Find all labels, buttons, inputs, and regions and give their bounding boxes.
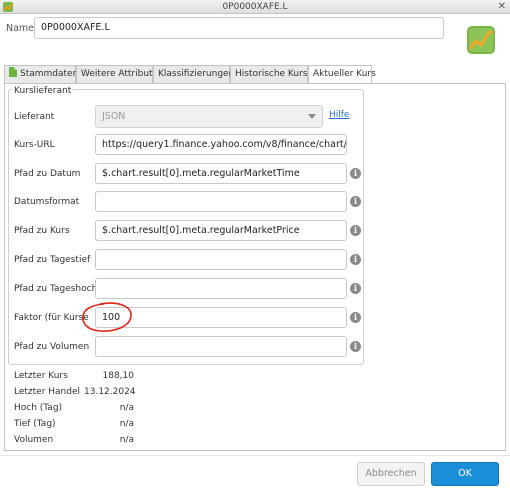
document-icon (9, 67, 17, 77)
kurs-url-label: Kurs-URL (14, 140, 55, 150)
tab-klassifizierungen-label: Klassifizierungen (158, 69, 235, 79)
group-title: Kurslieferant (12, 86, 74, 96)
lieferant-select[interactable]: JSON (95, 105, 323, 128)
tab-historische-kurse-label: Historische Kurse (235, 69, 314, 79)
hoch-label: Hoch (Tag) (14, 403, 63, 413)
cancel-button[interactable]: Abbrechen (357, 462, 425, 486)
info-icon[interactable]: i (350, 341, 361, 352)
pfad-datum-label: Pfad zu Datum (14, 169, 81, 179)
divider (0, 455, 510, 456)
tab-stammdaten-label: Stammdaten (20, 69, 79, 79)
info-icon[interactable]: i (350, 283, 361, 294)
letzter-handel-label: Letzter Handel (14, 387, 81, 397)
app-icon (3, 2, 13, 12)
tab-aktueller-kurs[interactable]: Aktueller Kurs (308, 65, 376, 84)
tab-weitere-attribute-label: Weitere Attribute (81, 69, 159, 79)
info-icon[interactable]: i (350, 196, 361, 207)
tab-klassifizierungen[interactable]: Klassifizierungen (153, 65, 234, 83)
hilfe-link[interactable]: Hilfe (329, 110, 349, 120)
title-bar: 0P0000XAFE.L ✕ (0, 0, 510, 14)
pfad-tagestief-input[interactable] (95, 249, 347, 270)
pfad-datum-input[interactable]: $.chart.result[0].meta.regularMarketTime (95, 163, 347, 184)
chevron-down-icon (308, 114, 316, 119)
info-icon[interactable]: i (350, 168, 361, 179)
datumsformat-label: Datumsformat (14, 197, 80, 207)
pfad-tageshoch-input[interactable] (95, 278, 347, 299)
tab-weitere-attribute[interactable]: Weitere Attribute (76, 65, 158, 83)
pfad-kurs-label: Pfad zu Kurs (14, 226, 70, 236)
volumen-label: Volumen (14, 435, 54, 445)
tab-stammdaten[interactable]: Stammdaten (4, 65, 79, 83)
tief-label: Tief (Tag) (14, 419, 56, 429)
hoch-value: n/a (119, 403, 134, 413)
letzter-handel-value: 13.12.2024 (84, 387, 136, 397)
red-circle-annotation (82, 302, 132, 332)
datumsformat-input[interactable] (95, 191, 347, 212)
close-icon[interactable]: ✕ (498, 0, 506, 14)
letzter-kurs-label: Letzter Kurs (14, 371, 68, 381)
info-icon[interactable]: i (350, 312, 361, 323)
pfad-volumen-label: Pfad zu Volumen (14, 342, 90, 352)
volumen-value: n/a (119, 435, 134, 445)
lieferant-label: Lieferant (14, 112, 55, 122)
name-label: Name (6, 23, 35, 34)
name-input[interactable]: 0P0000XAFE.L (34, 17, 444, 39)
ok-button[interactable]: OK (431, 462, 499, 486)
lieferant-select-value: JSON (102, 111, 126, 122)
kurs-url-input[interactable]: https://query1.finance.yahoo.com/v8/fina… (95, 134, 347, 155)
tab-historische-kurse[interactable]: Historische Kurse (230, 65, 313, 83)
pfad-kurs-input[interactable]: $.chart.result[0].meta.regularMarketPric… (95, 220, 347, 241)
letzter-kurs-value: 188,10 (102, 371, 135, 381)
tief-value: n/a (119, 419, 134, 429)
app-logo-icon (467, 26, 495, 54)
info-icon[interactable]: i (350, 225, 361, 236)
tab-aktueller-kurs-label: Aktueller Kurs (313, 69, 376, 79)
pfad-tagestief-label: Pfad zu Tagestief (14, 255, 91, 265)
window-title: 0P0000XAFE.L (222, 2, 288, 12)
pfad-tageshoch-label: Pfad zu Tageshoch (14, 284, 98, 294)
pfad-volumen-input[interactable] (95, 336, 347, 357)
info-icon[interactable]: i (350, 254, 361, 265)
